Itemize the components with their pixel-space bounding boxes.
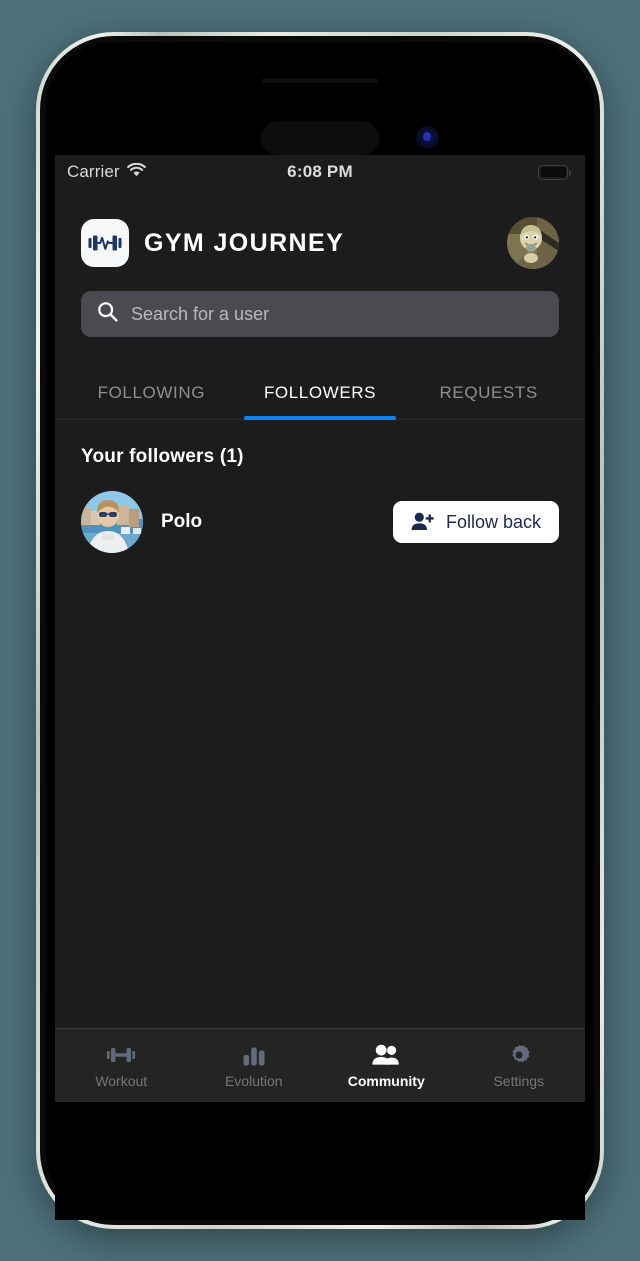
- tab-requests[interactable]: REQUESTS: [404, 371, 573, 419]
- bottom-navigation-bar: Workout Evolution Community Settings: [55, 1028, 585, 1102]
- nav-label-evolution: Evolution: [224, 1073, 283, 1089]
- nav-item-community[interactable]: Community: [320, 1042, 453, 1089]
- status-bar-left: Carrier: [67, 162, 146, 182]
- battery-terminal: [568, 169, 571, 176]
- dumbbell-pulse-logo-icon: [81, 219, 129, 267]
- followers-list-section: Your followers (1) Polo Follow back: [55, 420, 585, 1028]
- search-icon: [97, 301, 118, 327]
- battery-level-fill: [540, 167, 566, 177]
- page-title: GYM JOURNEY: [144, 228, 345, 257]
- nav-item-workout[interactable]: Workout: [55, 1042, 188, 1089]
- status-bar: Carrier 6:08 PM: [55, 155, 585, 189]
- gear-icon: [507, 1042, 531, 1068]
- nav-label-workout: Workout: [95, 1073, 148, 1089]
- nav-label-community: Community: [347, 1073, 425, 1089]
- wifi-icon: [126, 162, 146, 182]
- dumbbell-icon: [107, 1042, 136, 1068]
- search-bar[interactable]: [81, 291, 559, 337]
- list-item[interactable]: Polo Follow back: [81, 491, 559, 553]
- phone-bottom-blank-area: [55, 1102, 585, 1220]
- earpiece-speaker: [262, 78, 378, 83]
- dynamic-island: [261, 121, 379, 155]
- camera-lens-glint: [423, 132, 431, 141]
- segment-tab-bar: FOLLOWING FOLLOWERS REQUESTS: [55, 371, 585, 420]
- user-name: Polo: [161, 511, 203, 532]
- tab-following[interactable]: FOLLOWING: [67, 371, 236, 419]
- follow-back-label: Follow back: [445, 511, 541, 532]
- status-bar-right: [538, 164, 571, 180]
- nav-item-evolution[interactable]: Evolution: [188, 1042, 321, 1089]
- app-screen: Carrier 6:08 PM GYM JOURNEY Search for a…: [55, 155, 585, 1102]
- search-section: [55, 291, 585, 337]
- list-heading: Your followers (1): [81, 446, 244, 467]
- app-header: GYM JOURNEY: [55, 189, 585, 291]
- nav-item-settings[interactable]: Settings: [453, 1042, 586, 1089]
- people-icon: [371, 1042, 401, 1068]
- user-avatar[interactable]: [81, 491, 143, 553]
- follow-back-button[interactable]: Follow back: [392, 501, 559, 543]
- person-add-icon: [411, 511, 435, 534]
- battery-icon: [538, 164, 571, 180]
- search-input[interactable]: [131, 303, 543, 325]
- bar-chart-icon: [242, 1042, 266, 1068]
- avatar[interactable]: [507, 217, 559, 269]
- carrier-label: Carrier: [67, 162, 120, 181]
- tab-followers[interactable]: FOLLOWERS: [236, 371, 405, 420]
- nav-label-settings: Settings: [493, 1073, 545, 1089]
